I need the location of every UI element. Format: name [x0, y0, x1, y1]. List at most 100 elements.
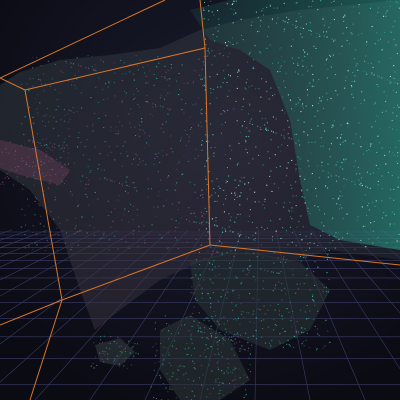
point [183, 156, 185, 158]
point [377, 7, 379, 9]
point [60, 180, 62, 182]
point [124, 208, 126, 210]
point [287, 162, 289, 164]
point [135, 157, 137, 159]
point [263, 319, 265, 321]
point [283, 80, 285, 82]
point [283, 202, 285, 204]
point [311, 85, 313, 87]
point [264, 124, 266, 126]
point [287, 94, 289, 96]
point [143, 147, 145, 149]
point [267, 129, 269, 131]
point [56, 249, 58, 251]
point [316, 195, 318, 197]
point [319, 97, 321, 99]
point [224, 294, 226, 296]
scene-canvas[interactable] [0, 0, 400, 400]
point [280, 65, 282, 67]
point [151, 115, 153, 117]
point [118, 346, 120, 348]
point [245, 140, 247, 142]
point [206, 55, 208, 57]
point [73, 112, 75, 114]
point [254, 45, 256, 47]
point [134, 343, 136, 345]
point [224, 333, 226, 335]
point [279, 71, 281, 73]
point [322, 283, 324, 285]
point [295, 336, 297, 338]
point [153, 206, 155, 208]
point [292, 195, 294, 197]
point [49, 149, 51, 151]
point [319, 235, 321, 237]
point-cloud-viewport[interactable] [0, 0, 400, 400]
point [234, 179, 236, 181]
point [43, 115, 45, 117]
point [317, 9, 319, 11]
point [175, 184, 177, 186]
point [313, 243, 315, 245]
point [203, 327, 205, 329]
point [190, 212, 192, 214]
point [225, 180, 227, 182]
point [67, 113, 69, 115]
point [241, 345, 243, 347]
point [32, 67, 34, 69]
point [234, 333, 236, 335]
point [333, 0, 335, 2]
point [128, 113, 130, 115]
point [216, 36, 218, 38]
point [306, 318, 308, 320]
point [17, 165, 19, 167]
point [211, 315, 213, 317]
point [189, 116, 191, 118]
point [211, 180, 213, 182]
point [169, 378, 171, 380]
point [287, 339, 289, 341]
point [385, 243, 387, 245]
point [34, 165, 36, 167]
point [223, 211, 225, 213]
point [29, 148, 31, 150]
point [320, 0, 322, 2]
point [188, 221, 190, 223]
point [36, 141, 38, 143]
point [224, 111, 226, 113]
point [358, 6, 360, 8]
point [291, 108, 293, 110]
point [189, 128, 191, 130]
point [327, 68, 329, 70]
point [232, 340, 234, 342]
point [293, 62, 295, 64]
point [54, 196, 56, 198]
point [358, 122, 360, 124]
point [245, 252, 247, 254]
point [329, 22, 331, 24]
point [282, 342, 284, 344]
point [94, 234, 96, 236]
point [277, 71, 279, 73]
point [110, 211, 112, 213]
point [386, 242, 388, 244]
point [56, 99, 58, 101]
point [260, 320, 262, 322]
point [300, 111, 302, 113]
point [389, 197, 391, 199]
point [198, 327, 200, 329]
point [245, 389, 247, 391]
point [237, 71, 239, 73]
point [207, 250, 209, 252]
point [314, 205, 316, 207]
point [225, 198, 227, 200]
point [246, 274, 248, 276]
point [211, 254, 213, 256]
point [293, 335, 295, 337]
point [253, 252, 255, 254]
point [353, 182, 355, 184]
point [137, 164, 139, 166]
point [92, 130, 94, 132]
point [282, 346, 284, 348]
point [391, 81, 393, 83]
